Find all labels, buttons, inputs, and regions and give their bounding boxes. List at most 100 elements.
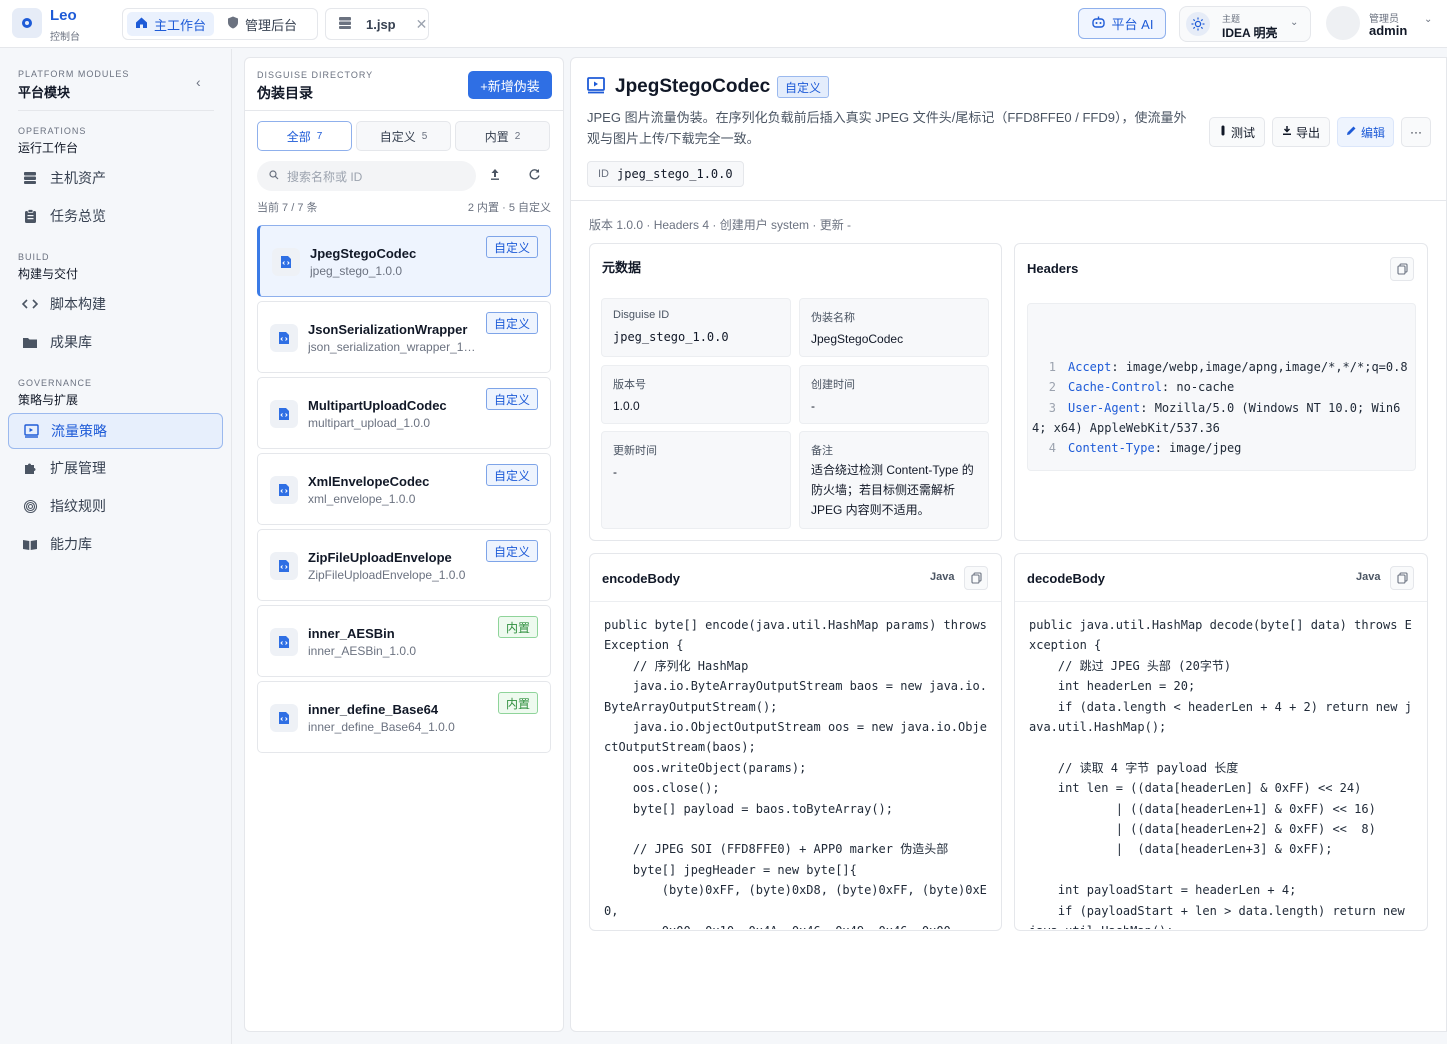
file-tab-label: 1.jsp xyxy=(366,16,396,32)
file-tab[interactable]: 1.jsp ✕ xyxy=(325,8,429,40)
collapse-icon[interactable]: ‹ xyxy=(196,74,201,90)
id-value: jpeg_stego_1.0.0 xyxy=(617,167,733,181)
file-code-icon xyxy=(270,324,298,352)
header-key: Content-Type xyxy=(1068,441,1155,456)
export-button[interactable]: 导出 xyxy=(1272,117,1330,147)
app-logo-icon[interactable] xyxy=(12,8,42,38)
decode-body-card: decodeBody Java public java.util.HashMap… xyxy=(1014,553,1428,931)
disguise-card[interactable]: inner_AESBin inner_AESBin_1.0.0 内置 xyxy=(257,605,551,677)
card-id: inner_define_Base64_1.0.0 xyxy=(308,720,455,734)
user-menu[interactable]: 管理员 admin ⌄ xyxy=(1326,6,1436,42)
encode-body-card: encodeBody Java public byte[] encode(jav… xyxy=(589,553,1002,931)
meta-updated-time: 更新时间 - xyxy=(601,431,791,529)
upload-icon[interactable] xyxy=(489,168,501,184)
sidebar-item-tasks[interactable]: 任务总览 xyxy=(8,198,223,234)
tab-admin-label: 管理后台 xyxy=(245,17,298,33)
disguise-card[interactable]: inner_define_Base64 inner_define_Base64_1… xyxy=(257,681,551,753)
meta-value: JpegStegoCodec xyxy=(811,332,904,346)
sidebar-item-capability-library[interactable]: 能力库 xyxy=(8,526,223,562)
server-icon xyxy=(22,170,38,186)
sidebar-item-artifacts[interactable]: 成果库 xyxy=(8,324,223,360)
section-operations-en: OPERATIONS xyxy=(18,126,87,136)
disguise-card[interactable]: ZipFileUploadEnvelope ZipFileUploadEnvelo… xyxy=(257,529,551,601)
tab-admin[interactable]: 管理后台 xyxy=(219,12,305,36)
file-server-icon xyxy=(338,16,352,33)
disguise-card[interactable]: MultipartUploadCodec multipart_upload_1.0… xyxy=(257,377,551,449)
file-code-icon xyxy=(270,400,298,428)
more-button[interactable]: ··· xyxy=(1401,117,1431,147)
copy-icon[interactable] xyxy=(964,566,988,590)
headers-title: Headers xyxy=(1027,261,1079,276)
download-icon xyxy=(1282,125,1292,139)
disguise-card[interactable]: XmlEnvelopeCodec xml_envelope_1.0.0 自定义 xyxy=(257,453,551,525)
edit-button[interactable]: 编辑 xyxy=(1337,117,1394,147)
id-label: ID xyxy=(598,168,609,180)
folder-icon xyxy=(22,334,38,350)
decode-body-code[interactable]: public java.util.HashMap decode(byte[] d… xyxy=(1029,615,1417,929)
card-type-badge: 内置 xyxy=(497,692,538,714)
meta-created-time: 创建时间 - xyxy=(799,365,989,424)
add-disguise-button[interactable]: +新增伪装 xyxy=(468,71,552,99)
disguise-card[interactable]: JpegStegoCodec jpeg_stego_1.0.0 自定义 xyxy=(257,225,551,297)
tab-main-workspace[interactable]: 主工作台 xyxy=(127,12,215,36)
filter-label: 全部 xyxy=(286,129,311,144)
sidebar-item-label: 流量策略 xyxy=(51,423,107,439)
search-input[interactable]: 搜索名称或 ID xyxy=(257,161,476,191)
headers-list: 1 Accept: image/webp,image/apng,image/*,*… xyxy=(1032,357,1411,459)
card-type-badge: 自定义 xyxy=(485,312,538,334)
card-type-badge: 自定义 xyxy=(485,236,538,258)
line-number: 4 xyxy=(1048,441,1056,456)
close-icon[interactable]: ✕ xyxy=(416,16,428,33)
metadata-card: 元数据 Disguise ID jpeg_stego_1.0.0 伪装名称 Jp… xyxy=(589,243,1002,541)
section-operations-cn: 运行工作台 xyxy=(18,141,79,155)
result-count: 当前 7 / 7 条 xyxy=(257,202,318,214)
divider xyxy=(18,110,214,111)
code-icon xyxy=(22,296,38,312)
meta-label: 更新时间 xyxy=(613,445,657,457)
theme-selector[interactable]: 主题 IDEA 明亮 ⌄ xyxy=(1179,6,1311,42)
card-id: inner_AESBin_1.0.0 xyxy=(308,644,417,658)
sidebar-item-traffic-policy[interactable]: 流量策略 xyxy=(8,413,223,449)
section-governance-en: GOVERNANCE xyxy=(18,378,93,388)
filter-count: 7 xyxy=(316,130,323,142)
card-type-badge: 自定义 xyxy=(485,388,538,410)
encode-lang: Java xyxy=(930,571,955,583)
header-key: Cache-Control xyxy=(1068,380,1162,395)
encode-body-code[interactable]: public byte[] encode(java.util.HashMap p… xyxy=(604,615,992,929)
detail-title: JpegStegoCodec xyxy=(615,76,771,97)
meta-disguise-name: 伪装名称 JpegStegoCodec xyxy=(799,298,989,357)
card-name: JsonSerializationWrapper xyxy=(308,322,468,337)
card-name: XmlEnvelopeCodec xyxy=(308,474,430,489)
platform-ai-button[interactable]: 平台 AI xyxy=(1078,8,1166,39)
meta-disguise-id: Disguise ID jpeg_stego_1.0.0 xyxy=(601,298,791,357)
card-id: jpeg_stego_1.0.0 xyxy=(310,264,403,278)
sidebar-item-fingerprint-rules[interactable]: 指纹规则 xyxy=(8,488,223,524)
filter-all[interactable]: 全部 7 xyxy=(257,121,352,151)
sidebar-item-label: 指纹规则 xyxy=(50,498,106,514)
meta-label: 创建时间 xyxy=(811,379,855,391)
workspace-tabs: 主工作台 管理后台 xyxy=(122,8,318,40)
divider xyxy=(571,200,1446,201)
copy-icon[interactable] xyxy=(1390,566,1414,590)
disguise-directory-panel: DISGUISE DIRECTORY 伪装目录 +新增伪装 全部 7 自定义 5 内… xyxy=(244,57,564,1032)
section-build-cn: 构建与交付 xyxy=(18,267,79,281)
sidebar-item-extensions[interactable]: 扩展管理 xyxy=(8,450,223,486)
card-id: ZipFileUploadEnvelope_1.0.0 xyxy=(308,568,466,582)
header-separator: : xyxy=(1140,400,1155,415)
tab-main-workspace-label: 主工作台 xyxy=(154,17,207,33)
refresh-icon[interactable] xyxy=(528,168,541,184)
test-button[interactable]: 测试 xyxy=(1209,117,1265,147)
detail-type-badge: 自定义 xyxy=(777,76,830,98)
header-line: 2 Cache-Control: no-cache xyxy=(1032,377,1411,397)
test-label: 测试 xyxy=(1230,125,1255,140)
sidebar-item-hosts[interactable]: 主机资产 xyxy=(8,160,223,196)
image-icon xyxy=(23,423,39,439)
card-id: multipart_upload_1.0.0 xyxy=(308,416,431,430)
card-name: inner_define_Base64 xyxy=(308,702,439,717)
filter-builtin[interactable]: 内置 2 xyxy=(455,121,550,151)
disguise-card[interactable]: JsonSerializationWrapper json_serializati… xyxy=(257,301,551,373)
filter-custom[interactable]: 自定义 5 xyxy=(356,121,451,151)
sidebar-item-script-build[interactable]: 脚本构建 xyxy=(8,286,223,322)
copy-icon[interactable] xyxy=(1390,257,1414,281)
header-separator: : xyxy=(1154,441,1170,456)
